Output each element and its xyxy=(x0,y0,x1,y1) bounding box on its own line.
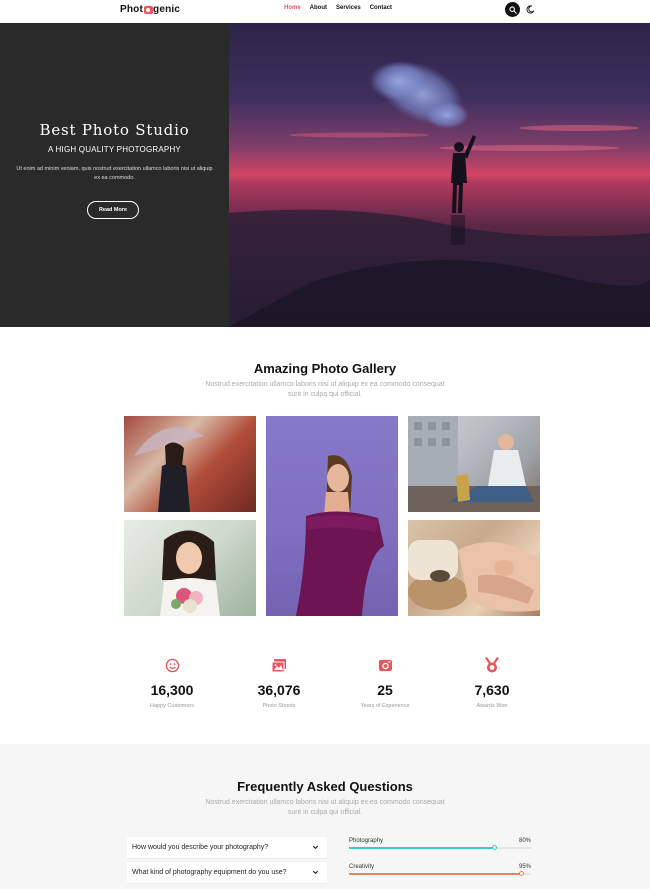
gallery-photo-umbrella[interactable] xyxy=(124,416,256,512)
hero-sunset-scene xyxy=(229,61,650,327)
smile-icon xyxy=(164,657,180,673)
skill-photography: Photography 80% xyxy=(349,838,531,850)
gallery-title: Amazing Photo Gallery xyxy=(253,361,397,376)
stat-label: Awards Won xyxy=(476,703,508,709)
nav-services[interactable]: Services xyxy=(336,5,361,11)
stat-value: 7,630 xyxy=(474,682,510,698)
stat-label: Photo Shoots xyxy=(262,703,296,709)
faq-question-text: How would you describe your photography? xyxy=(132,844,269,851)
hero-text-panel: Best Photo Studio A HIGH QUALITY PHOTOGR… xyxy=(0,23,229,327)
main-nav: Home About Services Contact xyxy=(284,5,392,11)
stat-awards-won: 7,630 Awards Won xyxy=(442,657,542,709)
hero-title: Best Photo Studio xyxy=(39,121,190,139)
faq-section: Frequently Asked Questions Nostrud exerc… xyxy=(0,744,650,889)
stat-label: Happy Customers xyxy=(149,703,195,709)
camera-logo-icon xyxy=(143,5,153,14)
faq-question[interactable]: What kind of photography equipment do yo… xyxy=(127,862,327,884)
gallery-photo-city-skate[interactable] xyxy=(408,416,540,512)
camera-icon xyxy=(377,657,393,673)
theme-toggle-button[interactable] xyxy=(525,4,535,14)
hero-section: Best Photo Studio A HIGH QUALITY PHOTOGR… xyxy=(0,23,650,327)
search-icon xyxy=(508,5,517,14)
hero-image xyxy=(229,23,650,327)
stat-value: 36,076 xyxy=(257,682,301,698)
skill-progress-fill xyxy=(349,847,495,849)
skill-percent: 80% xyxy=(518,838,531,844)
skill-name: Creativity xyxy=(349,864,375,870)
photos-icon xyxy=(271,657,287,673)
skill-progress-fill xyxy=(349,873,522,875)
hero-subtitle: A HIGH QUALITY PHOTOGRAPHY xyxy=(48,145,181,154)
stat-happy-customers: 16,300 Happy Customers xyxy=(122,657,222,709)
nav-home[interactable]: Home xyxy=(284,5,301,11)
moon-icon xyxy=(526,4,534,13)
logo-prefix: Phot xyxy=(120,4,144,15)
hero-description: Ut enim ad minim veniam, quis nostrud ex… xyxy=(16,166,213,181)
stat-label: Years of Experience xyxy=(360,703,410,709)
faq-question-text: What kind of photography equipment do yo… xyxy=(132,869,287,876)
search-button[interactable] xyxy=(505,2,520,17)
gallery-description: Nostrud exercitation ullamco laboris nis… xyxy=(205,381,445,398)
skill-progress-handle xyxy=(492,845,498,850)
stat-value: 16,300 xyxy=(150,682,194,698)
faq-description: Nostrud exercitation ullamco laboris nis… xyxy=(205,799,445,816)
gallery-photo-lounge[interactable] xyxy=(408,520,540,616)
read-more-button[interactable]: Read More xyxy=(87,201,139,219)
site-header: Phot genic Home About Services Contact xyxy=(0,0,650,22)
stat-value: 25 xyxy=(377,682,393,698)
stat-photo-shoots: 36,076 Photo Shoots xyxy=(229,657,329,709)
chevron-down-icon xyxy=(312,845,319,850)
gallery-photo-bride[interactable] xyxy=(124,520,256,616)
skill-creativity: Creativity 95% xyxy=(349,864,531,876)
nav-about[interactable]: About xyxy=(310,5,327,11)
stat-years-experience: 25 Years of Experience xyxy=(335,657,435,709)
skill-percent: 95% xyxy=(518,864,531,870)
gallery-photo-purple-dress[interactable] xyxy=(266,416,398,616)
nav-contact[interactable]: Contact xyxy=(370,5,392,11)
faq-question[interactable]: How would you describe your photography? xyxy=(127,837,327,859)
faq-title: Frequently Asked Questions xyxy=(237,779,413,794)
skill-name: Photography xyxy=(349,838,384,844)
logo-suffix: genic xyxy=(153,4,181,15)
chevron-down-icon xyxy=(312,870,319,875)
skill-progress-bar xyxy=(349,871,531,876)
logo[interactable]: Phot genic xyxy=(120,4,180,15)
skill-progress-handle xyxy=(519,871,525,876)
medal-icon xyxy=(484,657,500,673)
skill-progress-bar xyxy=(349,845,531,850)
